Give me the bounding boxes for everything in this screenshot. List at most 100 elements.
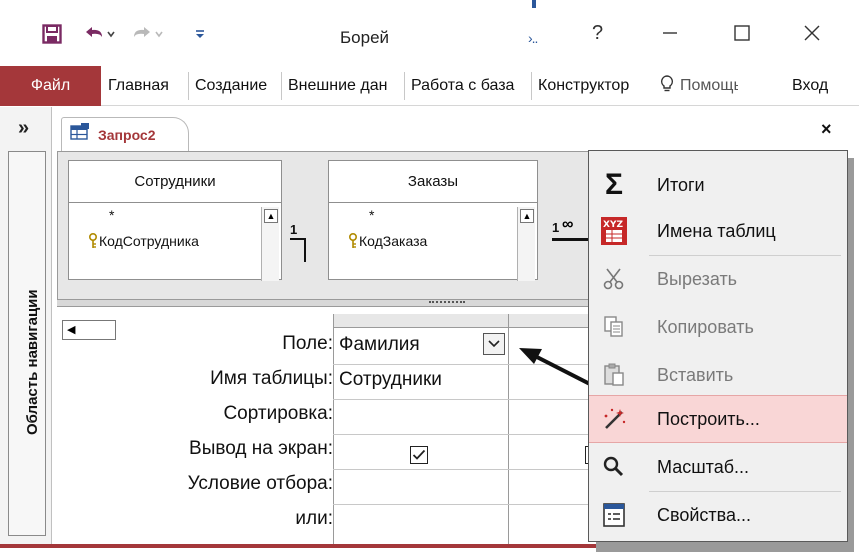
window-title: Борей <box>340 28 390 47</box>
splitter-grip-icon[interactable] <box>429 301 465 305</box>
field-key[interactable]: КодСотрудника <box>99 233 199 249</box>
field-list-title: Заказы <box>329 161 537 203</box>
menu-item-paste: Вставить <box>589 351 847 399</box>
document-tab-label: Запрос2 <box>98 126 156 143</box>
primary-key-icon <box>87 232 99 252</box>
menu-item-properties[interactable]: Свойства... <box>589 491 847 539</box>
close-window-button[interactable] <box>792 18 832 48</box>
nav-pane-label: Область навигации <box>24 289 41 435</box>
tab-home[interactable]: Главная <box>102 66 188 106</box>
relationship-one-label: 1 <box>290 222 298 237</box>
menu-item-label: Построить... <box>657 408 760 429</box>
redo-icon <box>128 20 168 48</box>
field-list-employees[interactable]: Сотрудники * КодСотрудника ▲ <box>68 160 282 281</box>
document-tab[interactable]: Запрос2 <box>61 117 189 151</box>
menu-item-label: Итоги <box>657 174 705 195</box>
menu-item-zoom[interactable]: Масштаб... <box>589 443 847 491</box>
tab-design[interactable]: Конструктор <box>532 66 654 106</box>
menu-item-totals[interactable]: Σ Итоги <box>589 161 847 209</box>
scroll-up-icon[interactable]: ▲ <box>520 209 534 223</box>
menu-item-label: Копировать <box>657 316 754 337</box>
window-bottom-border <box>0 544 600 548</box>
relationship-line <box>552 238 592 241</box>
row-label-or: или: <box>295 508 333 529</box>
field-list-title: Сотрудники <box>69 161 281 203</box>
tab-database-tools[interactable]: Работа с база <box>405 66 531 106</box>
ribbon-tabs: Файл Главная Создание Внешние дан Работа… <box>0 64 859 106</box>
menu-item-label: Имена таблиц <box>657 220 776 241</box>
customize-qat-icon[interactable] <box>190 20 210 48</box>
tab-file[interactable]: Файл <box>0 66 101 106</box>
grid-row-line <box>333 399 599 400</box>
field-cell[interactable]: Фамилия <box>339 334 420 356</box>
field-all[interactable]: * <box>369 207 374 223</box>
maximize-button[interactable] <box>722 18 762 48</box>
tell-me-search[interactable]: Помощь <box>660 66 738 106</box>
field-all[interactable]: * <box>109 207 114 223</box>
scroll-up-icon[interactable]: ▲ <box>264 209 278 223</box>
tab-external-data[interactable]: Внешние дан <box>282 66 404 106</box>
sigma-icon: Σ <box>604 168 623 201</box>
zoom-icon <box>599 452 629 482</box>
grid-row-line <box>333 469 599 470</box>
undo-icon[interactable] <box>80 20 120 48</box>
close-document-button[interactable]: × <box>821 119 832 140</box>
field-list-scrollbar[interactable]: ▲ <box>261 207 279 281</box>
menu-item-table-names[interactable]: XYZ Имена таблиц <box>589 207 847 255</box>
field-key[interactable]: КодЗаказа <box>359 233 427 249</box>
title-bar: Борей ›.. ? <box>0 0 859 64</box>
scissors-icon <box>599 264 629 294</box>
tell-me-label: Помощь <box>680 77 738 94</box>
paste-icon <box>599 360 629 390</box>
svg-text:XYZ: XYZ <box>603 220 623 230</box>
sign-in-link[interactable]: Вход <box>792 66 828 106</box>
grid-row-line <box>333 434 599 435</box>
row-label-field: Поле: <box>282 333 333 354</box>
menu-item-label: Свойства... <box>657 504 752 525</box>
field-list-orders[interactable]: Заказы * КодЗаказа ▲ <box>328 160 538 281</box>
row-label-sort: Сортировка: <box>223 403 333 424</box>
grid-row-line <box>333 364 599 365</box>
relationship-line <box>304 238 306 262</box>
scroll-left-icon[interactable]: ◀ <box>67 323 75 336</box>
grid-row-line <box>333 504 599 505</box>
menu-item-copy: Копировать <box>589 303 847 351</box>
column-selector[interactable] <box>509 314 598 328</box>
menu-item-label: Вырезать <box>657 268 738 289</box>
save-icon[interactable] <box>38 20 66 48</box>
nav-pane-toggle[interactable]: » <box>18 117 29 140</box>
table-pane: Сотрудники * КодСотрудника ▲ 1 Заказы * … <box>57 151 592 340</box>
primary-key-icon <box>347 232 359 252</box>
menu-item-build[interactable]: Построить... <box>589 395 847 443</box>
menu-item-cut: Вырезать <box>589 255 847 303</box>
relationship-one-label: 1 <box>552 220 560 235</box>
context-menu: Σ Итоги XYZ Имена таблиц Вырезать Копиро… <box>588 150 848 542</box>
context-tab-hint: ›.. <box>528 30 539 46</box>
minimize-button[interactable] <box>650 18 690 48</box>
menu-item-label: Вставить <box>657 364 734 385</box>
table-cell[interactable]: Сотрудники <box>339 369 442 391</box>
row-label-criteria: Условие отбора: <box>187 473 333 494</box>
menu-item-label: Масштаб... <box>657 456 750 477</box>
field-dropdown-button[interactable] <box>483 333 505 355</box>
table-pane-hscrollbar[interactable]: ◀ <box>62 320 116 340</box>
column-selector[interactable] <box>334 314 508 328</box>
chevron-down-icon <box>488 335 500 353</box>
field-list-scrollbar[interactable]: ▲ <box>517 207 535 281</box>
navigation-pane: » Область навигации <box>0 107 52 544</box>
pane-splitter[interactable] <box>57 299 592 307</box>
context-tab-marker <box>532 0 536 8</box>
grid-column-2[interactable] <box>509 314 599 544</box>
tab-create[interactable]: Создание <box>189 66 281 106</box>
infinity-icon: ∞ <box>562 216 574 233</box>
row-label-table: Имя таблицы: <box>210 368 333 389</box>
properties-icon <box>599 500 629 530</box>
copy-icon <box>599 312 629 342</box>
lightbulb-icon <box>660 74 674 98</box>
query-icon <box>70 123 90 146</box>
row-label-show: Вывод на экран: <box>189 438 333 459</box>
show-checkbox[interactable] <box>410 446 428 464</box>
build-wand-icon <box>599 404 629 434</box>
table-names-icon: XYZ <box>599 216 629 246</box>
help-button[interactable]: ? <box>592 22 603 45</box>
